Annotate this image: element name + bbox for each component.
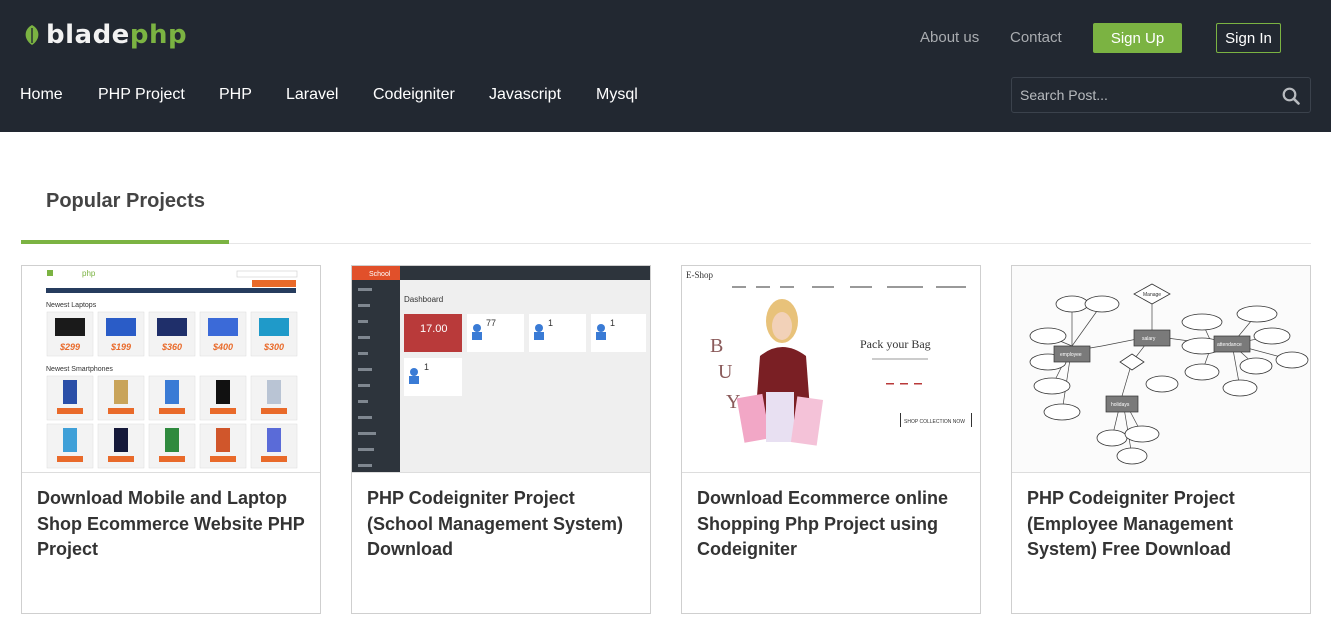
nav-mysql[interactable]: Mysql — [596, 86, 638, 104]
project-thumbnail[interactable]: School Dashboard 17.00 77 1 1 1 — [352, 266, 650, 473]
thumb-page-title: Dashboard — [404, 295, 443, 304]
about-link[interactable]: About us — [920, 29, 979, 46]
thumb-entity: employee — [1060, 352, 1082, 358]
project-card[interactable]: employee salary attendance holidays Mana… — [1011, 265, 1311, 614]
project-card-title[interactable]: Download Ecommerce online Shopping Php P… — [697, 486, 969, 563]
project-thumbnail[interactable]: E-Shop B U Y Pack your Bag SHOP COLLECTI… — [682, 266, 980, 473]
project-card[interactable]: php Newest Laptops $299 $199 $360 $400 $… — [21, 265, 321, 614]
thumb-stat: 77 — [486, 318, 496, 328]
contact-link[interactable]: Contact — [1010, 29, 1062, 46]
nav-home[interactable]: Home — [20, 86, 63, 104]
project-card[interactable]: School Dashboard 17.00 77 1 1 1 PHP Code… — [351, 265, 651, 614]
thumb-price: $400 — [212, 342, 233, 352]
nav-codeigniter[interactable]: Codeigniter — [373, 86, 455, 104]
sign-in-button[interactable]: Sign In — [1216, 23, 1281, 53]
project-card-title[interactable]: Download Mobile and Laptop Shop Ecommerc… — [37, 486, 309, 563]
site-header: bladephp About us Contact Sign Up Sign I… — [0, 0, 1331, 132]
logo-text: bladephp — [46, 20, 188, 50]
section-title: Popular Projects — [46, 190, 205, 212]
thumb-price: $300 — [263, 342, 284, 352]
thumb-app-name: School — [369, 271, 391, 278]
thumb-entity: holidays — [1111, 402, 1130, 408]
nav-javascript[interactable]: Javascript — [489, 86, 561, 104]
thumb-cta: SHOP COLLECTION NOW — [904, 419, 965, 425]
leaf-icon — [25, 25, 39, 45]
thumb-headline: Pack your Bag — [860, 337, 931, 351]
thumb-price: $360 — [161, 342, 182, 352]
thumb-relation: Manage — [1143, 292, 1161, 298]
thumb-stat: 1 — [548, 318, 553, 328]
thumb-letter: B — [710, 335, 723, 357]
thumb-stat: 1 — [424, 362, 429, 372]
project-thumbnail[interactable]: php Newest Laptops $299 $199 $360 $400 $… — [22, 266, 320, 473]
nav-php[interactable]: PHP — [219, 86, 252, 104]
thumb-entity: salary — [1142, 336, 1156, 342]
section-accent-bar — [21, 240, 229, 244]
thumb-brand: E-Shop — [686, 270, 714, 280]
thumb-stat: 17.00 — [420, 323, 448, 335]
thumb-entity: attendance — [1217, 342, 1242, 348]
project-thumbnail[interactable]: employee salary attendance holidays Mana… — [1012, 266, 1310, 473]
thumb-stat: 1 — [610, 318, 615, 328]
site-logo[interactable]: bladephp — [22, 18, 187, 52]
thumb-brand: php — [82, 269, 96, 278]
nav-php-project[interactable]: PHP Project — [98, 86, 185, 104]
project-card-title[interactable]: PHP Codeigniter Project (Employee Manage… — [1027, 486, 1299, 563]
thumb-heading-laptops: Newest Laptops — [46, 302, 97, 309]
thumb-price: $199 — [110, 342, 131, 352]
thumb-letter: U — [718, 361, 733, 383]
sign-up-button[interactable]: Sign Up — [1093, 23, 1182, 53]
project-card-title[interactable]: PHP Codeigniter Project (School Manageme… — [367, 486, 639, 563]
search-icon[interactable] — [1282, 87, 1300, 105]
project-card[interactable]: E-Shop B U Y Pack your Bag SHOP COLLECTI… — [681, 265, 981, 614]
search-input[interactable] — [1012, 78, 1272, 112]
thumb-price: $299 — [59, 342, 80, 352]
nav-laravel[interactable]: Laravel — [286, 86, 338, 104]
thumb-heading-phones: Newest Smartphones — [46, 366, 113, 373]
search-box — [1011, 77, 1311, 113]
